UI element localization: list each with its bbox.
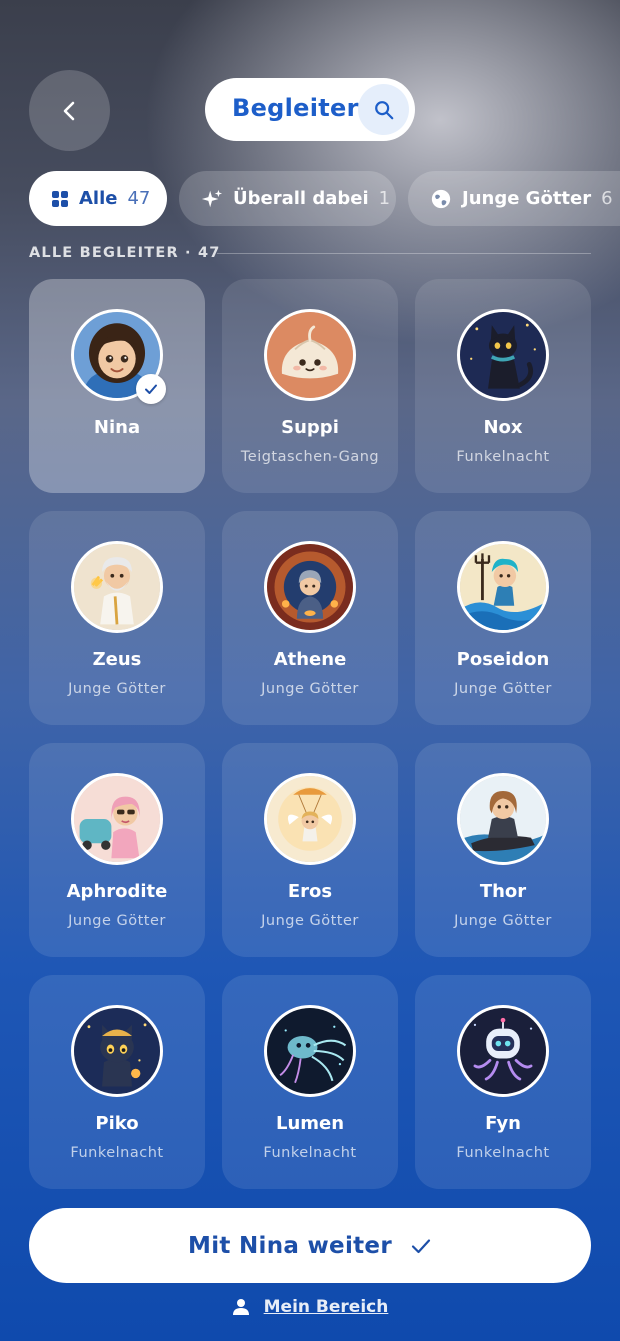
- companion-name: Athene: [273, 649, 347, 670]
- person-icon: [232, 1299, 249, 1315]
- companion-group: Junge Götter: [261, 681, 359, 697]
- zeus-avatar-icon: [71, 541, 163, 633]
- companion-card-thor[interactable]: Thor Junge Götter: [415, 743, 591, 957]
- filter-chip-count: 47: [127, 188, 151, 209]
- companion-card-eros[interactable]: Eros Junge Götter: [222, 743, 398, 957]
- companion-card-nina[interactable]: Nina: [29, 279, 205, 493]
- poseidon-avatar-icon: [457, 541, 549, 633]
- companion-card-poseidon[interactable]: Poseidon Junge Götter: [415, 511, 591, 725]
- companion-group: Funkelnacht: [456, 1145, 550, 1161]
- companion-name: Fyn: [485, 1113, 521, 1134]
- companion-card-piko[interactable]: Piko Funkelnacht: [29, 975, 205, 1189]
- companion-name: Suppi: [281, 417, 339, 438]
- lumen-avatar-icon: [264, 1005, 356, 1097]
- companion-group: Junge Götter: [454, 913, 552, 929]
- companion-card-fyn[interactable]: Fyn Funkelnacht: [415, 975, 591, 1189]
- chevron-left-icon: [63, 101, 74, 120]
- check-icon: [145, 384, 157, 394]
- continue-button-label: Mit Nina weiter: [188, 1232, 392, 1259]
- dumpling-avatar-icon: [264, 309, 356, 401]
- companion-name: Thor: [479, 881, 527, 902]
- sparkles-icon: [201, 189, 223, 207]
- filter-chip-count: 1: [378, 188, 391, 209]
- cat-avatar-icon: [457, 309, 549, 401]
- check-icon: [411, 1238, 431, 1253]
- companion-group: Funkelnacht: [70, 1145, 164, 1161]
- companion-card-zeus[interactable]: Zeus Junge Götter: [29, 511, 205, 725]
- filter-chip-alle[interactable]: Alle 47: [29, 171, 167, 226]
- section-label: ALLE BEGLEITER · 47: [29, 245, 221, 261]
- companion-card-suppi[interactable]: Suppi Teigtaschen-Gang: [222, 279, 398, 493]
- section-divider: [217, 253, 591, 254]
- companion-name: Poseidon: [456, 649, 550, 670]
- continue-button[interactable]: Mit Nina weiter: [29, 1208, 591, 1283]
- globe-icon: [431, 189, 451, 208]
- companion-name: Aphrodite: [66, 881, 168, 902]
- filter-chips: Alle 47 Überall dabei 1 Junge Götter 6: [29, 171, 620, 226]
- companion-group: Junge Götter: [68, 913, 166, 929]
- companion-group: Junge Götter: [68, 681, 166, 697]
- companion-card-lumen[interactable]: Lumen Funkelnacht: [222, 975, 398, 1189]
- back-button[interactable]: [29, 70, 110, 151]
- grid-icon: [52, 190, 68, 207]
- filter-chip-label: Junge Götter: [462, 188, 592, 209]
- companion-group: Funkelnacht: [456, 449, 550, 465]
- piko-avatar-icon: [71, 1005, 163, 1097]
- companion-group: Junge Götter: [454, 681, 552, 697]
- athene-avatar-icon: [264, 541, 356, 633]
- companion-name: Zeus: [92, 649, 142, 670]
- companion-name: Nox: [483, 417, 523, 438]
- filter-chip-junge-goetter[interactable]: Junge Götter 6: [408, 171, 620, 226]
- page-title: Begleiter: [232, 94, 359, 122]
- companion-name: Eros: [287, 881, 333, 902]
- filter-chip-label: Alle: [79, 188, 118, 209]
- aphrodite-avatar-icon: [71, 773, 163, 865]
- filter-chip-label: Überall dabei: [233, 188, 369, 209]
- companion-card-nox[interactable]: Nox Funkelnacht: [415, 279, 591, 493]
- my-area-label: Mein Bereich: [263, 1297, 389, 1317]
- search-button[interactable]: [358, 84, 409, 135]
- filter-chip-count: 6: [601, 188, 613, 209]
- search-icon: [374, 100, 393, 119]
- companion-group: Junge Götter: [261, 913, 359, 929]
- fyn-avatar-icon: [457, 1005, 549, 1097]
- companion-card-aphrodite[interactable]: Aphrodite Junge Götter: [29, 743, 205, 957]
- title-search-pill: Begleiter: [205, 78, 415, 141]
- companion-group: Teigtaschen-Gang: [240, 449, 380, 465]
- companion-card-athene[interactable]: Athene Junge Götter: [222, 511, 398, 725]
- companion-name: Lumen: [275, 1113, 345, 1134]
- my-area-link[interactable]: Mein Bereich: [0, 1297, 620, 1317]
- eros-avatar-icon: [264, 773, 356, 865]
- selected-check-badge: [136, 374, 166, 404]
- companion-group: Funkelnacht: [263, 1145, 357, 1161]
- thor-avatar-icon: [457, 773, 549, 865]
- companion-name: Piko: [95, 1113, 139, 1134]
- filter-chip-ueberall-dabei[interactable]: Überall dabei 1: [179, 171, 396, 226]
- companion-name: Nina: [93, 417, 141, 438]
